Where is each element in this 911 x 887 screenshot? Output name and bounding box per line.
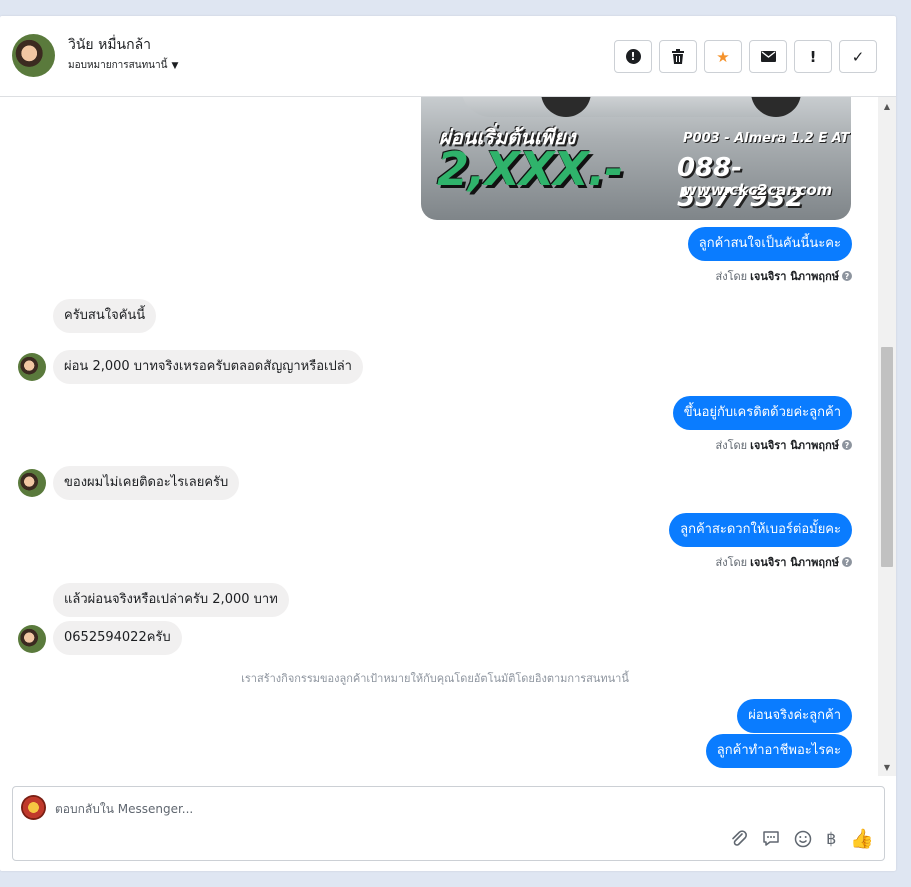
conversation-header: วินัย หมื่นกล้า มอบหมายการสนทนานี้ ▼ ! ★ bbox=[0, 16, 896, 97]
sent-by-label: ส่งโดย เจนจิรา นิภาพฤกษ์ ? bbox=[716, 267, 852, 285]
delete-button[interactable] bbox=[659, 40, 697, 73]
emoji-icon[interactable] bbox=[794, 830, 812, 848]
contact-avatar-small[interactable] bbox=[18, 469, 46, 497]
reply-input[interactable]: ตอบกลับใน Messenger... bbox=[55, 800, 193, 819]
contact-avatar-small[interactable] bbox=[18, 625, 46, 653]
star-icon: ★ bbox=[716, 47, 730, 66]
message-list[interactable]: ผ่อนเริ่มต้นเพียง 2,XXX.- P003 - Almera … bbox=[0, 97, 896, 776]
message-bubble-outgoing[interactable]: ลูกค้าสะดวกให้เบอร์ต่อมั้ยคะ bbox=[669, 513, 852, 547]
image-website-text: www.ckc2car.com bbox=[683, 181, 833, 199]
mark-done-button[interactable]: ✓ bbox=[839, 40, 877, 73]
sent-by-name[interactable]: เจนจิรา นิภาพฤกษ์ bbox=[750, 436, 839, 454]
envelope-icon bbox=[760, 51, 776, 62]
image-model-text: P003 - Almera 1.2 E AT bbox=[683, 131, 850, 146]
message-bubble-incoming[interactable]: ผ่อน 2,000 บาทจริงเหรอครับตลอดสัญญาหรือเ… bbox=[53, 350, 363, 384]
image-attachment[interactable]: ผ่อนเริ่มต้นเพียง 2,XXX.- P003 - Almera … bbox=[421, 97, 851, 220]
thumbs-up-icon[interactable]: 👍 bbox=[850, 827, 874, 850]
assign-conversation-dropdown[interactable]: มอบหมายการสนทนานี้ ▼ bbox=[68, 58, 178, 73]
star-button[interactable]: ★ bbox=[704, 40, 742, 73]
caret-down-icon: ▼ bbox=[171, 60, 179, 71]
sent-by-label: ส่งโดย เจนจิรา นิภาพฤกษ์ ? bbox=[716, 553, 852, 571]
assign-label: มอบหมายการสนทนานี้ bbox=[68, 60, 168, 71]
composer-tools: ฿ 👍 bbox=[730, 827, 874, 850]
scroll-down-arrow-icon[interactable]: ▼ bbox=[878, 760, 896, 774]
contact-avatar-small[interactable] bbox=[18, 353, 46, 381]
sent-by-label: ส่งโดย เจนจิรา นิภาพฤกษ์ ? bbox=[716, 774, 852, 776]
message-bubble-incoming[interactable]: ครับสนใจคันนี้ bbox=[53, 299, 157, 333]
message-bubble-incoming[interactable]: 0652594022ครับ bbox=[53, 621, 182, 655]
baht-icon[interactable]: ฿ bbox=[826, 829, 836, 848]
sent-by-name[interactable]: เจนจิรา นิภาพฤกษ์ bbox=[750, 774, 839, 776]
message-scrollbar[interactable]: ▲ ▼ bbox=[878, 97, 896, 776]
help-icon[interactable]: ? bbox=[842, 440, 852, 450]
car-photo bbox=[461, 97, 801, 117]
sent-by-name[interactable]: เจนจิรา นิภาพฤกษ์ bbox=[750, 553, 839, 571]
image-price-text: 2,XXX.- bbox=[437, 142, 623, 196]
scrollbar-thumb[interactable] bbox=[881, 347, 893, 567]
alert-circle-icon: ! bbox=[625, 49, 641, 64]
help-icon[interactable]: ? bbox=[842, 557, 852, 567]
spam-button[interactable]: ! bbox=[614, 40, 652, 73]
conversation-panel: วินัย หมื่นกล้า มอบหมายการสนทนานี้ ▼ ! ★ bbox=[0, 16, 896, 871]
follow-up-button[interactable]: ! bbox=[794, 40, 832, 73]
paperclip-icon[interactable] bbox=[730, 829, 748, 848]
message-bubble-outgoing[interactable]: ขึ้นอยู่กับเครดิตด้วยค่ะลูกค้า bbox=[672, 396, 852, 430]
system-note: เราสร้างกิจกรรมของลูกค้าเป้าหมายให้กับคุ… bbox=[241, 672, 629, 685]
saved-reply-icon[interactable] bbox=[762, 830, 780, 847]
sent-by-name[interactable]: เจนจิรา นิภาพฤกษ์ bbox=[750, 267, 839, 285]
exclamation-icon: ! bbox=[809, 47, 817, 66]
scroll-up-arrow-icon[interactable]: ▲ bbox=[878, 99, 896, 113]
header-actions: ! ★ ! ✓ bbox=[614, 40, 877, 73]
message-bubble-incoming[interactable]: แล้วผ่อนจริงหรือเปล่าครับ 2,000 บาท bbox=[53, 583, 289, 617]
sent-by-prefix: ส่งโดย bbox=[715, 556, 748, 569]
mark-unread-button[interactable] bbox=[749, 40, 787, 73]
sent-by-prefix: ส่งโดย bbox=[715, 439, 748, 452]
message-bubble-outgoing[interactable]: ลูกค้าสนใจเป็นคันนี้นะคะ bbox=[687, 227, 852, 261]
contact-avatar[interactable] bbox=[12, 34, 55, 77]
contact-name[interactable]: วินัย หมื่นกล้า bbox=[68, 34, 151, 56]
message-bubble-incoming[interactable]: ของผมไม่เคยติดอะไรเลยครับ bbox=[53, 466, 240, 500]
help-icon[interactable]: ? bbox=[842, 271, 852, 281]
sent-by-prefix: ส่งโดย bbox=[716, 774, 748, 776]
trash-icon bbox=[672, 49, 684, 64]
message-bubble-outgoing[interactable]: ลูกค้าทำอาชีพอะไรคะ bbox=[705, 734, 852, 768]
page-avatar bbox=[21, 795, 46, 820]
sent-by-prefix: ส่งโดย bbox=[715, 270, 748, 283]
reply-composer[interactable]: ตอบกลับใน Messenger... ฿ 👍 bbox=[12, 786, 885, 861]
check-icon: ✓ bbox=[851, 47, 865, 66]
message-bubble-outgoing[interactable]: ผ่อนจริงค่ะลูกค้า bbox=[737, 699, 852, 733]
sent-by-label: ส่งโดย เจนจิรา นิภาพฤกษ์ ? bbox=[716, 436, 852, 454]
